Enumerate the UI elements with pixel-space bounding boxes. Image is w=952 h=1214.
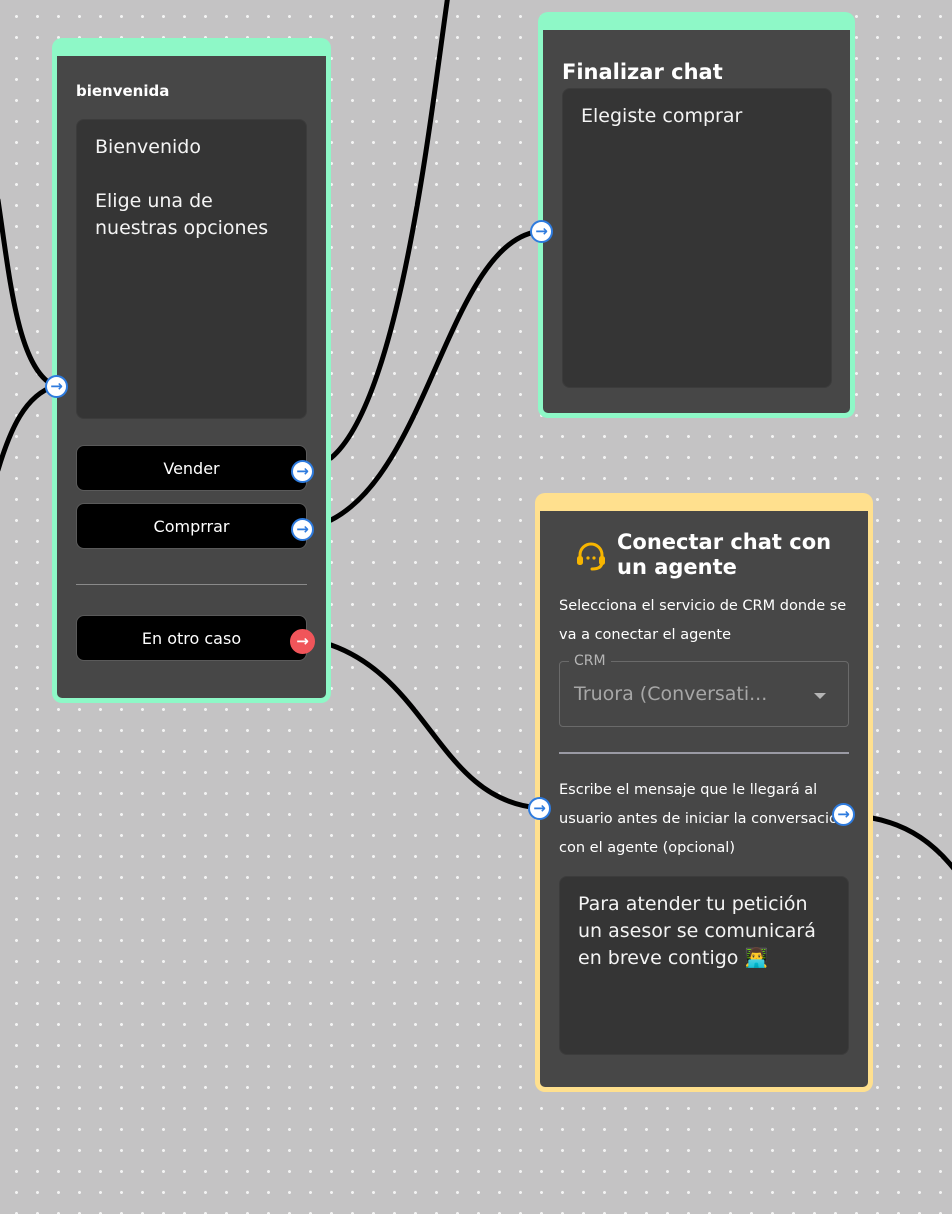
node-title: Conectar chat con un agente xyxy=(617,530,832,579)
divider xyxy=(76,584,307,585)
message-text-area[interactable]: Bienvenido Elige una de nuestras opcione… xyxy=(76,119,307,419)
node-bienvenida[interactable]: bienvenida Bienvenido Elige una de nuest… xyxy=(52,38,331,703)
option-button-vender[interactable]: Vender xyxy=(76,445,307,491)
node-title: Finalizar chat xyxy=(562,60,723,84)
edge-vender-to-top[interactable] xyxy=(328,0,450,461)
crm-select[interactable]: CRM Truora (Conversati... xyxy=(559,652,849,727)
option-button-comprar[interactable]: Comprrar xyxy=(76,503,307,549)
headset-icon xyxy=(577,542,605,571)
node-title: bienvenida xyxy=(76,82,170,100)
divider xyxy=(559,752,849,754)
crm-select-label: CRM xyxy=(569,652,611,670)
fallback-option-button[interactable]: En otro caso xyxy=(76,615,307,661)
handle-out-otro-caso-arrow-right-circle-icon[interactable]: → xyxy=(290,629,315,654)
message-text-area[interactable]: Para atender tu petición un asesor se co… xyxy=(559,876,849,1055)
edge-incoming-top-to-bienvenida[interactable] xyxy=(0,198,58,389)
edge-comprar-to-finalizar[interactable] xyxy=(328,228,544,523)
handle-in-bienvenida-arrow-right-circle-icon[interactable]: → xyxy=(45,375,68,398)
handle-out-comprar-arrow-right-circle-icon[interactable]: → xyxy=(291,518,314,541)
handle-out-agente-arrow-right-circle-icon[interactable]: → xyxy=(832,803,855,826)
crm-helper-text: Selecciona el servicio de CRM donde se v… xyxy=(559,598,847,643)
caret-down-icon[interactable] xyxy=(814,693,826,699)
node-conectar-agente[interactable]: Conectar chat con un agente Selecciona e… xyxy=(535,493,873,1092)
edge-otro-caso-to-agente[interactable] xyxy=(328,642,542,811)
message-helper-text: Escribe el mensaje que le llegará al usu… xyxy=(559,782,848,856)
handle-out-vender-arrow-right-circle-icon[interactable]: → xyxy=(291,460,314,483)
edge-agente-out[interactable] xyxy=(869,815,952,871)
edge-incoming-left-to-bienvenida[interactable] xyxy=(0,383,58,472)
message-text-area[interactable]: Elegiste comprar xyxy=(562,88,832,388)
node-finalizar-chat[interactable]: Finalizar chat Elegiste comprar xyxy=(538,12,855,418)
handle-in-agente-arrow-right-circle-icon[interactable]: → xyxy=(528,797,551,820)
crm-select-value: Truora (Conversati... xyxy=(574,683,768,705)
handle-in-finalizar-arrow-right-circle-icon[interactable]: → xyxy=(530,220,553,243)
